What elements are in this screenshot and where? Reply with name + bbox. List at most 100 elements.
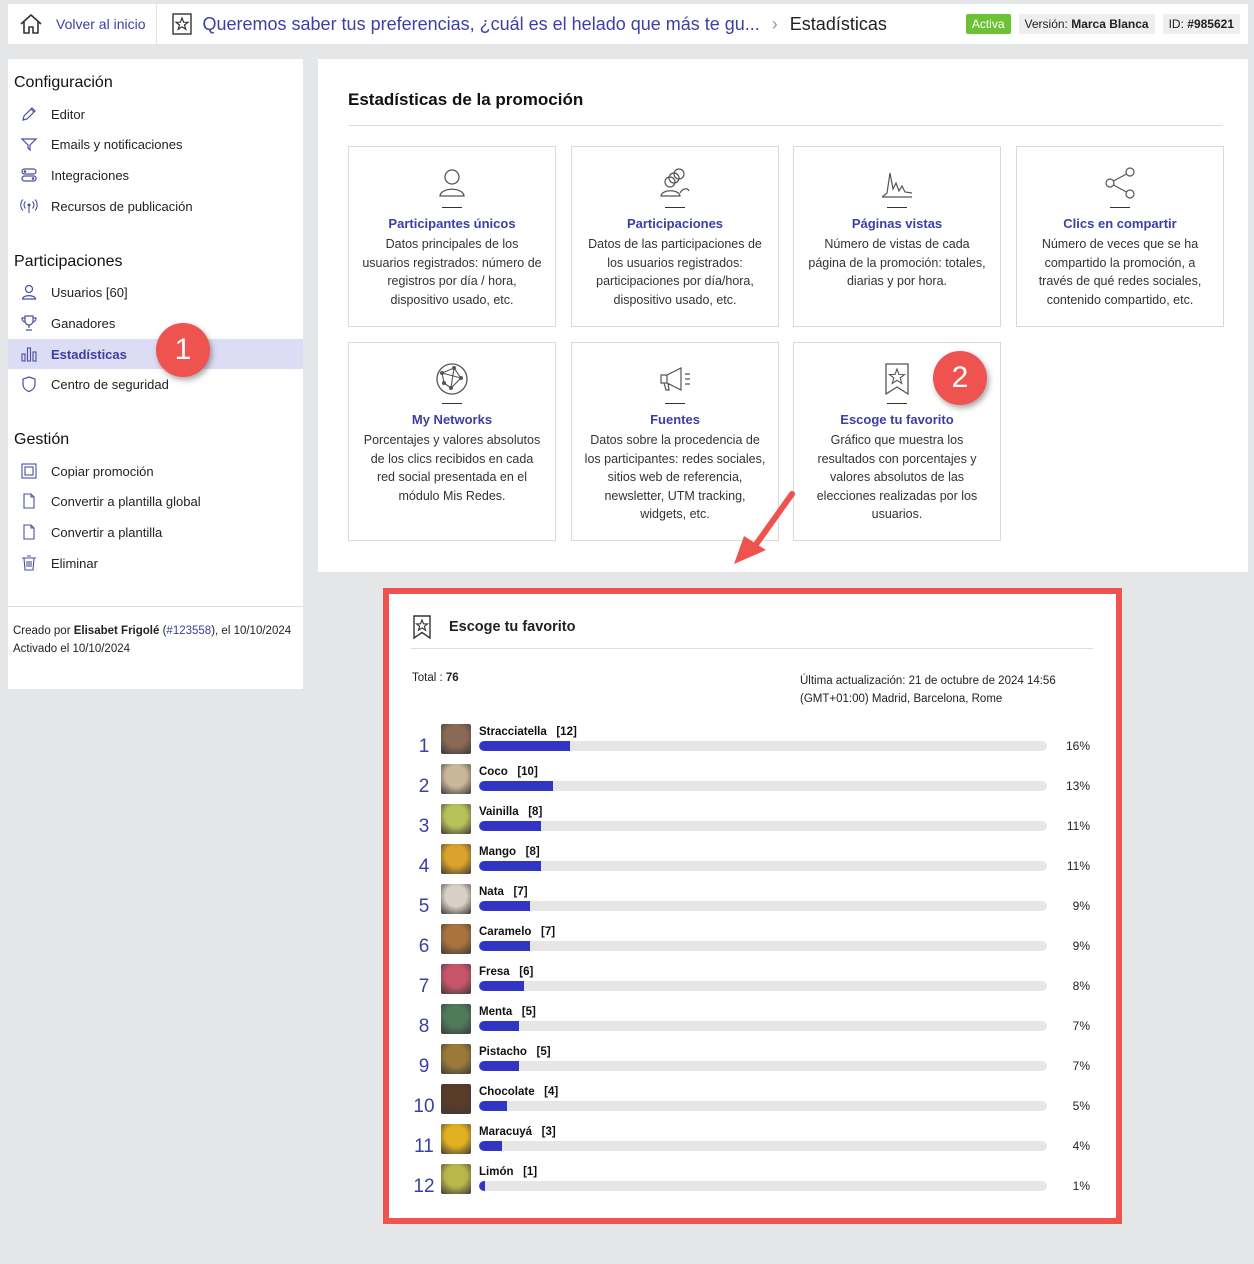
rank-number: 1 — [418, 736, 430, 757]
bar-track — [479, 1061, 1047, 1071]
bar-fill — [479, 861, 542, 871]
page-title: Estadísticas — [789, 13, 887, 34]
flavor-thumbnail — [441, 924, 471, 954]
favorite-header: Escoge tu favorito — [411, 614, 576, 640]
ranking-row: 2 Coco [10] 13% — [389, 764, 1116, 804]
rank-number: 8 — [418, 1016, 430, 1037]
sidebar-item-global-template[interactable]: Convertir a plantilla global — [8, 486, 303, 516]
card-description: Número de veces que se ha compartido la … — [1038, 237, 1202, 307]
author-id-link[interactable]: #123558 — [166, 625, 211, 637]
percentage: 11% — [1066, 819, 1090, 833]
flavor-thumbnail — [441, 1004, 471, 1034]
user-icon — [21, 284, 37, 300]
sidebar-item-label: Convertir a plantilla global — [51, 493, 201, 509]
flavor-thumbnail — [441, 884, 471, 914]
broadcast-icon — [20, 199, 38, 213]
sidebar-item-users[interactable]: Usuarios [60] — [8, 277, 303, 307]
divider — [411, 648, 1093, 649]
bar-track — [479, 901, 1047, 911]
management-section-title: Gestión — [14, 431, 70, 448]
card-my-networks[interactable]: My Networks Porcentajes y valores absolu… — [348, 342, 556, 541]
ranking-row: 3 Vainilla [8] 11% — [389, 804, 1116, 844]
breadcrumb: Queremos saber tus preferencias, ¿cuál e… — [157, 13, 948, 35]
created-prefix: Creado por — [13, 625, 71, 637]
bar-track — [479, 861, 1047, 871]
card-title: Escoge tu favorito — [840, 412, 954, 427]
bar-fill — [479, 901, 531, 911]
ranking-row: 12 Limón [1] 1% — [389, 1164, 1116, 1204]
sidebar-item-label: Integraciones — [51, 167, 130, 183]
chevron-right-icon: › — [771, 13, 778, 34]
bar-track — [479, 741, 1047, 751]
sidebar-item-label: Usuarios [60] — [51, 284, 128, 300]
sidebar-footer: Creado por Elisabet Frigolé (#123558), e… — [8, 606, 303, 658]
ranking-row: 8 Menta [5] 7% — [389, 1004, 1116, 1044]
rank-number: 2 — [418, 776, 430, 797]
flavor-label: Stracciatella [12] — [479, 726, 577, 738]
rank-number: 9 — [418, 1056, 430, 1077]
megaphone-icon — [660, 367, 690, 391]
home-link[interactable]: Volver al inicio — [8, 4, 157, 44]
card-unique-participants[interactable]: Participantes únicos Datos principales d… — [348, 146, 556, 327]
sidebar-item-winners[interactable]: Ganadores — [8, 308, 303, 338]
sidebar-item-emails[interactable]: Emails y notificaciones — [8, 129, 303, 159]
flavor-label: Pistacho [5] — [479, 1046, 551, 1058]
step-marker-1: 1 — [156, 323, 210, 377]
user-icon — [439, 169, 465, 197]
flavor-thumbnail — [441, 1084, 471, 1114]
bar-track — [479, 1181, 1047, 1191]
id-badge: ID: #985621 — [1162, 14, 1240, 34]
sidebar-item-label: Copiar promoción — [51, 463, 154, 479]
sidebar-item-integrations[interactable]: Integraciones — [8, 160, 303, 190]
card-description: Porcentajes y valores absolutos de los c… — [363, 433, 541, 503]
bar-fill — [479, 741, 570, 751]
flavor-thumbnail — [441, 844, 471, 874]
flavor-label: Mango [8] — [479, 846, 540, 858]
sidebar-item-label: Ganadores — [51, 315, 116, 331]
star-bookmark-icon — [885, 363, 909, 396]
participations-section-title: Participaciones — [14, 253, 123, 270]
sidebar-item-label: Estadísticas — [51, 346, 127, 362]
flavor-label: Vainilla [8] — [479, 806, 543, 818]
percentage: 7% — [1072, 1059, 1090, 1073]
sidebar-item-delete[interactable]: Eliminar — [8, 548, 303, 578]
network-globe-icon — [436, 363, 468, 395]
sidebar-item-security[interactable]: Centro de seguridad — [8, 369, 303, 399]
rank-number: 3 — [418, 816, 430, 837]
percentage: 16% — [1065, 739, 1090, 753]
total-label: Total : — [412, 672, 443, 684]
share-icon — [1105, 167, 1135, 199]
sidebar-item-template[interactable]: Convertir a plantilla — [8, 517, 303, 547]
rank-number: 10 — [413, 1096, 435, 1117]
sidebar-item-copy[interactable]: Copiar promoción — [8, 456, 303, 486]
document-icon — [23, 524, 35, 540]
sidebar-item-publishing[interactable]: Recursos de publicación — [8, 191, 303, 221]
card-share-clicks[interactable]: Clics en compartir Número de veces que s… — [1016, 146, 1224, 327]
ranking-row: 9 Pistacho [5] 7% — [389, 1044, 1116, 1084]
ranking-row: 5 Nata [7] 9% — [389, 884, 1116, 924]
sidebar-item-label: Emails y notificaciones — [51, 136, 183, 152]
ranking-row: 4 Mango [8] 11% — [389, 844, 1116, 884]
card-title: Participaciones — [626, 216, 724, 231]
trash-icon — [22, 555, 36, 571]
home-icon — [20, 14, 42, 34]
card-description: Datos de las participaciones de los usua… — [588, 237, 762, 307]
status-badge: Activa — [965, 14, 1011, 34]
flavor-thumbnail — [441, 1044, 471, 1074]
sidebar-item-label: Editor — [51, 106, 85, 122]
card-pageviews[interactable]: Páginas vistas Número de vistas de cada … — [793, 146, 1001, 327]
total-votes: Total : 76 — [412, 672, 459, 684]
percentage: 11% — [1066, 859, 1090, 873]
card-title: Clics en compartir — [1063, 216, 1177, 231]
favorite-title: Escoge tu favorito — [449, 619, 576, 635]
percentage: 1% — [1072, 1179, 1090, 1193]
ranking-row: 1 Stracciatella [12] 16% — [389, 724, 1116, 764]
card-participations[interactable]: Participaciones Datos de las participaci… — [571, 146, 779, 327]
promo-title-link[interactable]: Queremos saber tus preferencias, ¿cuál e… — [203, 14, 760, 35]
card-description: Número de vistas de cada página de la pr… — [808, 237, 986, 289]
divider — [442, 403, 462, 404]
percentage: 9% — [1072, 899, 1090, 913]
star-bookmark-icon — [171, 13, 192, 35]
sidebar-item-editor[interactable]: Editor — [8, 99, 303, 129]
bar-chart-icon — [21, 347, 37, 362]
